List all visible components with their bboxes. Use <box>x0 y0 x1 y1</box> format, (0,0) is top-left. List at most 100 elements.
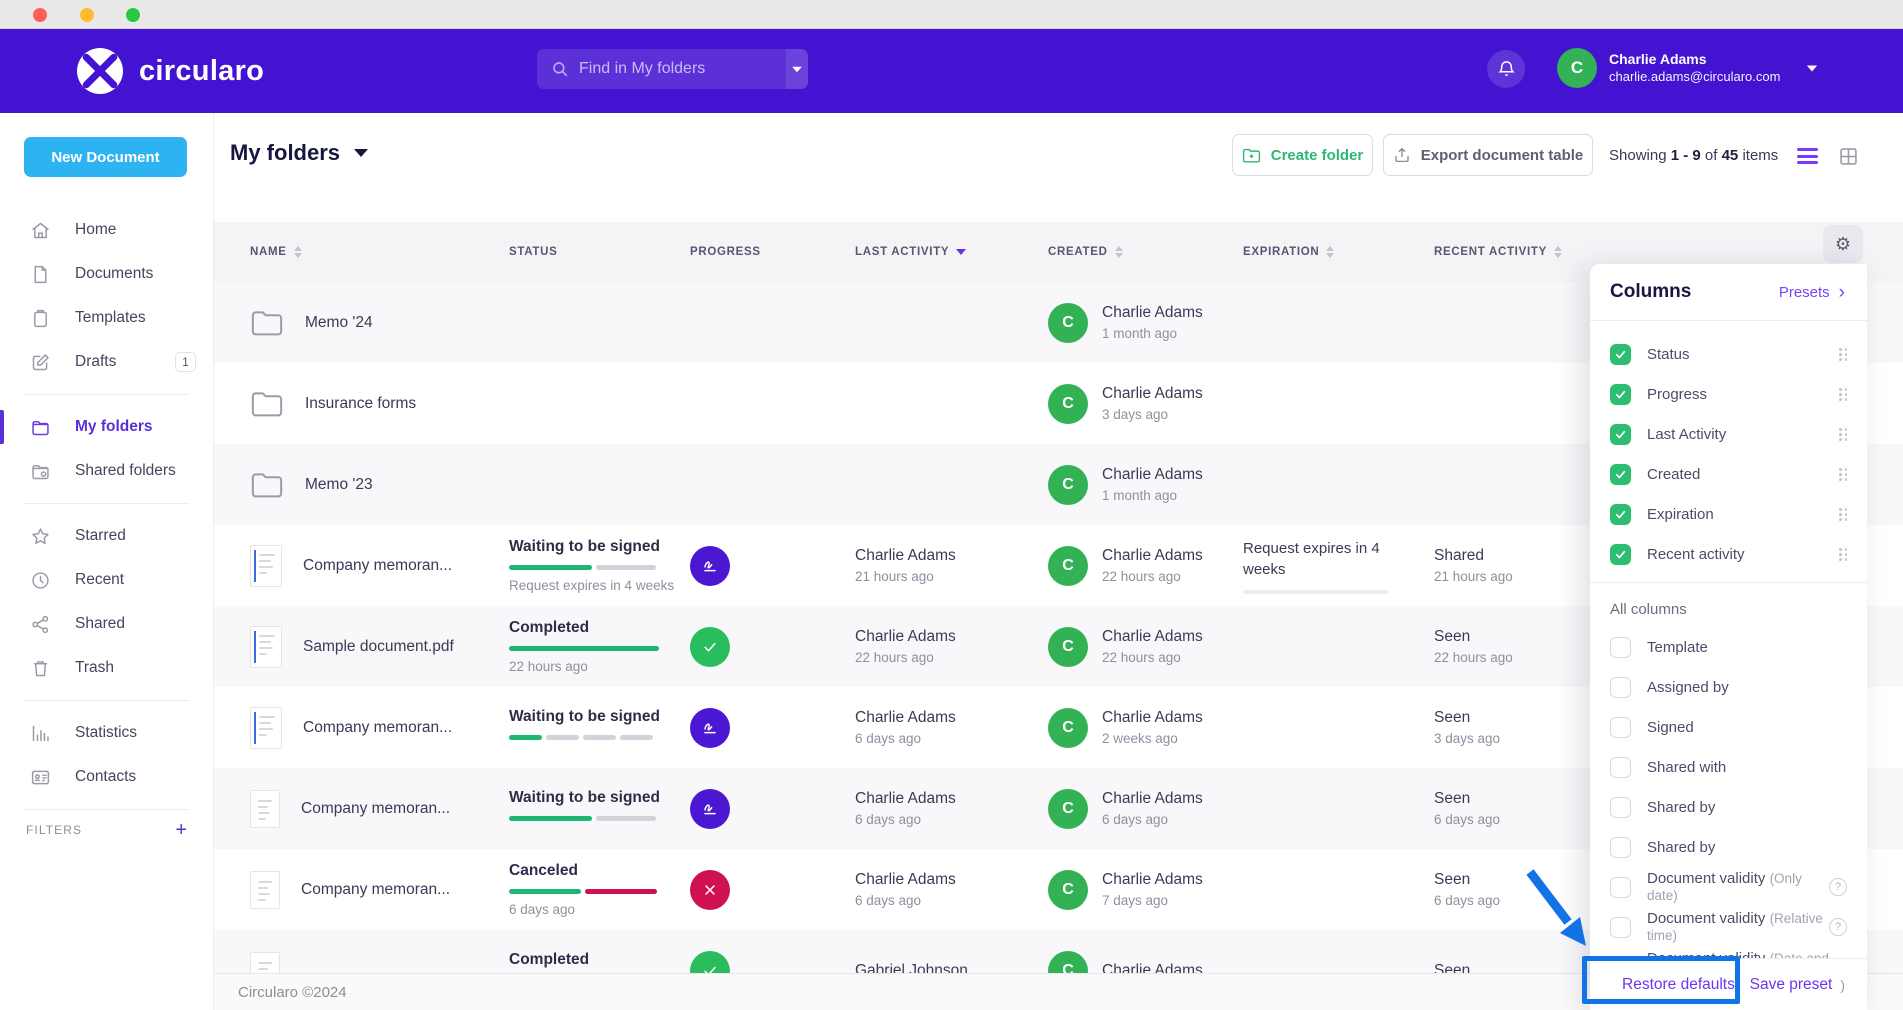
column-toggle-recent-activity: Recent activity <box>1590 534 1867 574</box>
window-zoom-button[interactable] <box>126 8 140 22</box>
column-header-progress[interactable]: PROGRESS <box>690 246 855 258</box>
notifications-button[interactable] <box>1487 50 1525 88</box>
column-header-name[interactable]: NAME <box>238 246 509 258</box>
checkbox-unchecked[interactable] <box>1610 637 1631 658</box>
sidebar-item-my-folders[interactable]: My folders <box>0 405 213 449</box>
search-bar[interactable] <box>537 49 808 89</box>
row-name: Memo '23 <box>305 476 373 494</box>
sidebar-item-contacts[interactable]: Contacts <box>0 755 213 799</box>
created-time: 22 hours ago <box>1102 647 1203 668</box>
sidebar-item-statistics[interactable]: Statistics <box>0 711 213 755</box>
folder-plus-icon <box>1242 147 1261 164</box>
drag-handle-icon[interactable] <box>1839 348 1847 360</box>
export-label: Export document table <box>1421 147 1584 164</box>
status-subtitle: 22 hours ago <box>509 659 690 674</box>
window-titlebar <box>0 0 1903 29</box>
folder-icon <box>250 389 284 419</box>
drag-handle-icon[interactable] <box>1839 548 1847 560</box>
save-preset-button[interactable]: Save preset <box>1750 976 1833 994</box>
search-input[interactable] <box>569 60 786 78</box>
pencil-square-icon <box>30 352 51 373</box>
checkbox-unchecked[interactable] <box>1610 757 1631 778</box>
sidebar-item-shared-folders[interactable]: Shared folders <box>0 449 213 493</box>
checkbox-checked[interactable] <box>1610 344 1631 365</box>
help-icon[interactable]: ? <box>1829 878 1847 896</box>
panel-divider <box>1590 582 1867 583</box>
search-scope-dropdown[interactable] <box>786 49 808 89</box>
window-close-button[interactable] <box>33 8 47 22</box>
column-header-expiration[interactable]: EXPIRATION <box>1243 246 1434 258</box>
sidebar-item-label: Shared folders <box>75 462 176 480</box>
folder-icon <box>250 308 284 338</box>
last-activity-time: 22 hours ago <box>855 647 1048 668</box>
checkbox-checked[interactable] <box>1610 504 1631 525</box>
created-by: Charlie Adams <box>1102 788 1203 809</box>
export-document-table-button[interactable]: Export document table <box>1383 134 1593 176</box>
chevron-down-icon <box>792 66 802 72</box>
share-icon <box>30 614 51 635</box>
gear-icon: ⚙ <box>1835 234 1851 255</box>
user-menu[interactable]: C Charlie Adams charlie.adams@circularo.… <box>1557 48 1818 88</box>
presets-link[interactable]: Presets › <box>1779 283 1845 302</box>
avatar: C <box>1048 465 1088 505</box>
sidebar-item-shared[interactable]: Shared <box>0 602 213 646</box>
created-by: Charlie Adams <box>1102 464 1203 485</box>
column-toggle-document-validity-relative-time: Document validity (Relative time) ? <box>1590 907 1867 947</box>
checkbox-unchecked[interactable] <box>1610 797 1631 818</box>
sidebar-item-home[interactable]: Home <box>0 208 213 252</box>
checkbox-checked[interactable] <box>1610 464 1631 485</box>
checkbox-checked[interactable] <box>1610 544 1631 565</box>
brand-logo[interactable]: circularo <box>75 46 264 96</box>
grid-view-button[interactable] <box>1838 146 1859 172</box>
checkbox-unchecked[interactable] <box>1610 877 1631 898</box>
sidebar-item-label: My folders <box>75 418 153 436</box>
row-name: Memo '24 <box>305 314 373 332</box>
progress-bar <box>509 816 659 821</box>
sidebar-item-trash[interactable]: Trash <box>0 646 213 690</box>
last-activity-time: 6 days ago <box>855 890 1048 911</box>
drag-handle-icon[interactable] <box>1839 508 1847 520</box>
checkbox-unchecked[interactable] <box>1610 837 1631 858</box>
drag-handle-icon[interactable] <box>1839 468 1847 480</box>
column-header-last-activity[interactable]: LAST ACTIVITY <box>855 246 1048 258</box>
last-activity-by: Charlie Adams <box>855 626 1048 647</box>
folder-icon <box>250 470 284 500</box>
sidebar-item-recent[interactable]: Recent <box>0 558 213 602</box>
sidebar-item-documents[interactable]: Documents <box>0 252 213 296</box>
created-by: Charlie Adams <box>1102 626 1203 647</box>
column-toggle-status: Status <box>1590 334 1867 374</box>
sidebar-item-drafts[interactable]: Drafts 1 <box>0 340 213 384</box>
list-view-button[interactable] <box>1797 148 1818 164</box>
create-folder-button[interactable]: Create folder <box>1232 134 1373 176</box>
drag-handle-icon[interactable] <box>1839 388 1847 400</box>
sidebar-item-templates[interactable]: Templates <box>0 296 213 340</box>
window-minimize-button[interactable] <box>80 8 94 22</box>
checkbox-checked[interactable] <box>1610 384 1631 405</box>
checkbox-unchecked[interactable] <box>1610 917 1631 938</box>
row-name: Company memoran... <box>303 557 452 575</box>
chevron-right-icon: › <box>1839 283 1845 302</box>
sidebar-item-label: Templates <box>75 309 146 327</box>
sort-icon <box>1554 246 1562 258</box>
checkbox-unchecked[interactable] <box>1610 717 1631 738</box>
drag-handle-icon[interactable] <box>1839 428 1847 440</box>
new-document-button[interactable]: New Document <box>24 137 187 177</box>
results-count: Showing 1 - 9 of 45 items <box>1609 147 1778 164</box>
column-settings-button[interactable]: ⚙ <box>1823 225 1863 263</box>
column-toggle-signed: Signed <box>1590 707 1867 747</box>
column-header-status[interactable]: STATUS <box>509 246 690 258</box>
help-icon[interactable]: ? <box>1829 918 1847 936</box>
status-title: Waiting to be signed <box>509 708 690 726</box>
column-header-created[interactable]: CREATED <box>1048 246 1243 258</box>
checkbox-checked[interactable] <box>1610 424 1631 445</box>
bell-icon <box>1497 59 1516 79</box>
sidebar-item-starred[interactable]: Starred <box>0 514 213 558</box>
document-icon <box>30 264 51 285</box>
checkbox-unchecked[interactable] <box>1610 677 1631 698</box>
restore-defaults-button[interactable]: Restore defaults <box>1622 976 1735 994</box>
filters-label: FILTERS <box>26 823 82 837</box>
page-title-dropdown[interactable]: My folders <box>230 140 368 166</box>
add-filter-button[interactable]: + <box>175 820 187 840</box>
sidebar-item-label: Contacts <box>75 768 136 786</box>
search-icon <box>551 60 569 78</box>
